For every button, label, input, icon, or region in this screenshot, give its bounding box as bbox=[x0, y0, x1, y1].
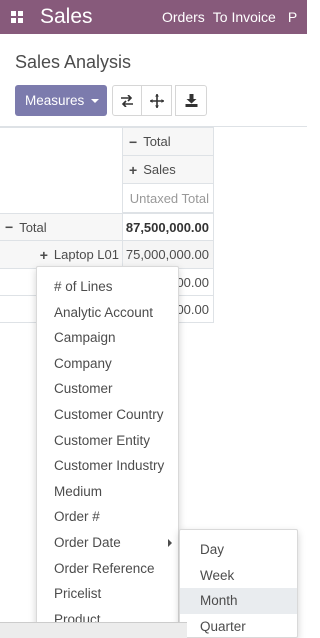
groupby-pricelist[interactable]: Pricelist bbox=[37, 581, 178, 607]
groupby-order-reference[interactable]: Order Reference bbox=[37, 556, 178, 582]
flip-axis-button[interactable] bbox=[112, 85, 142, 116]
expand-all-icon bbox=[149, 93, 164, 108]
groupby-order-date-label: Order Date bbox=[54, 534, 121, 550]
caret-down-icon bbox=[91, 98, 100, 103]
plus-icon: + bbox=[39, 246, 48, 263]
app-brand[interactable]: Sales bbox=[40, 5, 150, 29]
row-header-total[interactable]: − Total bbox=[0, 213, 123, 241]
groupby-lines-count[interactable]: # of Lines bbox=[37, 274, 178, 300]
minus-icon: − bbox=[5, 219, 14, 235]
page-title: Sales Analysis bbox=[15, 52, 132, 72]
interval-week[interactable]: Week bbox=[180, 563, 297, 589]
top-navbar: Sales Orders To Invoice P bbox=[0, 0, 307, 34]
nav-orders[interactable]: Orders bbox=[162, 9, 205, 25]
plus-icon: + bbox=[129, 161, 138, 178]
nav-truncated-item[interactable]: P bbox=[288, 9, 297, 25]
total-value-cell: 87,500,000.00 bbox=[122, 213, 214, 241]
measures-label: Measures bbox=[25, 93, 85, 108]
date-interval-submenu: Day Week Month Quarter bbox=[179, 529, 298, 638]
groupby-medium[interactable]: Medium bbox=[37, 479, 178, 505]
caret-right-icon bbox=[168, 538, 172, 547]
row-header-laptop[interactable]: + Laptop L01 bbox=[0, 240, 123, 269]
groupby-order-date[interactable]: Order Date bbox=[37, 530, 178, 556]
interval-quarter[interactable]: Quarter bbox=[180, 614, 297, 638]
status-bar-fragment bbox=[0, 622, 187, 638]
download-button[interactable] bbox=[175, 85, 207, 116]
groupby-campaign[interactable]: Campaign bbox=[37, 325, 178, 351]
groupby-customer-industry[interactable]: Customer Industry bbox=[37, 453, 178, 479]
col-header-sales[interactable]: + Sales bbox=[122, 155, 214, 184]
col-header-total[interactable]: − Total bbox=[122, 127, 214, 156]
expand-all-button[interactable] bbox=[142, 85, 172, 116]
download-icon bbox=[185, 94, 197, 107]
groupby-customer[interactable]: Customer bbox=[37, 376, 178, 402]
groupby-dropdown: # of Lines Analytic Account Campaign Com… bbox=[36, 266, 179, 638]
flip-axis-icon bbox=[121, 94, 133, 107]
measures-button[interactable]: Measures bbox=[15, 85, 107, 116]
groupby-company[interactable]: Company bbox=[37, 351, 178, 377]
groupby-analytic-account[interactable]: Analytic Account bbox=[37, 300, 178, 326]
laptop-value-cell: 75,000,000.00 bbox=[122, 240, 214, 269]
nav-to-invoice[interactable]: To Invoice bbox=[213, 9, 276, 25]
measure-header: Untaxed Total bbox=[122, 183, 214, 213]
apps-menu-icon[interactable] bbox=[0, 0, 34, 34]
groupby-customer-country[interactable]: Customer Country bbox=[37, 402, 178, 428]
interval-month[interactable]: Month bbox=[180, 588, 297, 614]
groupby-order-number[interactable]: Order # bbox=[37, 504, 178, 530]
minus-icon: − bbox=[129, 133, 138, 150]
groupby-customer-entity[interactable]: Customer Entity bbox=[37, 428, 178, 454]
control-panel: Sales Analysis Measures bbox=[0, 34, 307, 127]
interval-day[interactable]: Day bbox=[180, 537, 297, 563]
pivot-corner-cell bbox=[0, 127, 123, 214]
